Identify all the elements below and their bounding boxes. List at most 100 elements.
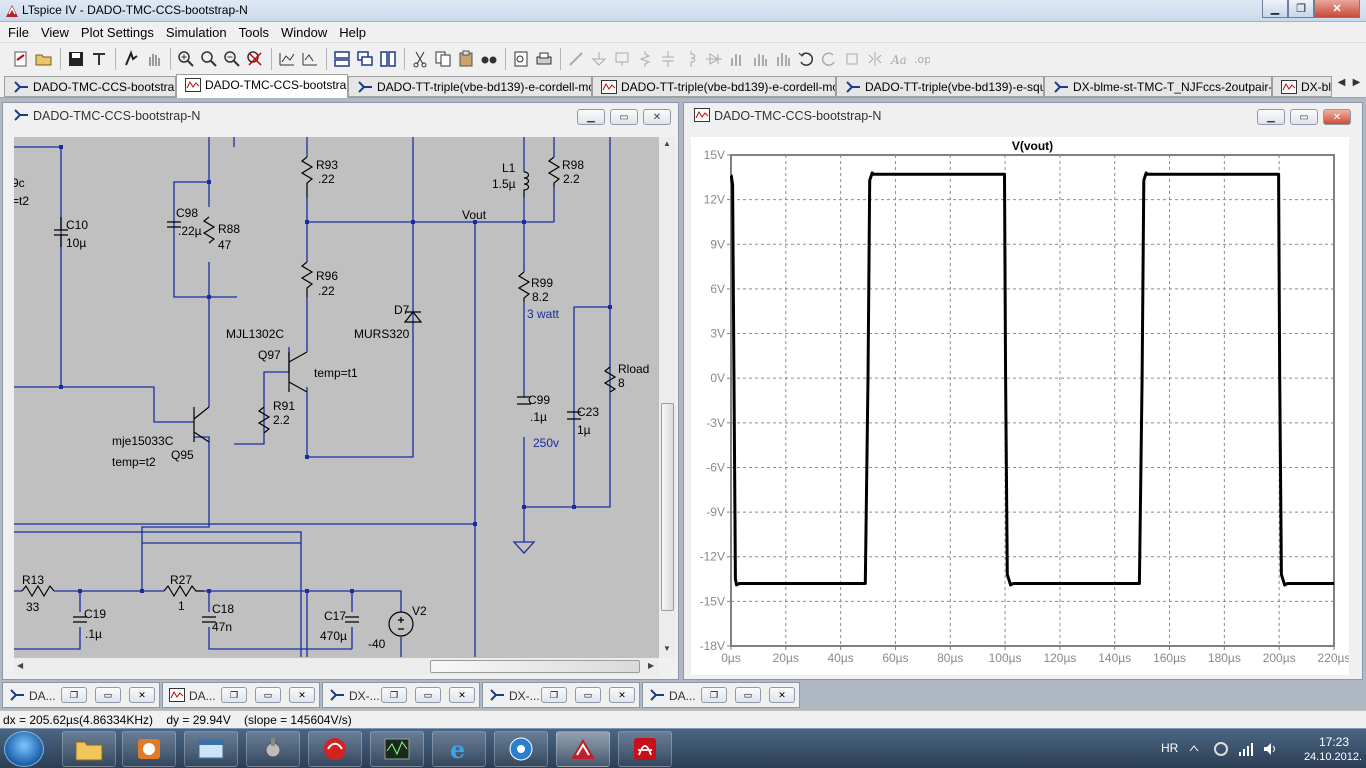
ground-icon[interactable] xyxy=(588,48,610,70)
close-button[interactable]: ✕ xyxy=(449,687,475,703)
close-button[interactable]: ✕ xyxy=(609,687,635,703)
plot-close-button[interactable]: ✕ xyxy=(1323,109,1351,125)
doc-tab-6[interactable]: DX-blme-st-TMC-T_NJFccs-2outpair-mk2 xyxy=(1044,76,1272,97)
close-button[interactable]: ✕ xyxy=(769,687,795,703)
waveform-plot[interactable]: V(vout) 0µs 20µs 40µs 60µs 80µs 100µs 120µs 140µ… xyxy=(691,137,1351,675)
menu-window[interactable]: Window xyxy=(275,22,333,42)
scroll-right-icon[interactable]: ▶ xyxy=(648,661,654,670)
plot-minimize-button[interactable]: ▁ xyxy=(1257,109,1285,125)
volume-icon[interactable] xyxy=(1262,741,1278,757)
zoom-out-icon[interactable] xyxy=(221,48,243,70)
maximize-button[interactable]: ▭ xyxy=(255,687,281,703)
resistor-icon[interactable] xyxy=(634,48,656,70)
print-icon[interactable] xyxy=(533,48,555,70)
restore-button[interactable]: ❐ xyxy=(701,687,727,703)
run-icon[interactable] xyxy=(120,48,142,70)
taskbar-app-4[interactable] xyxy=(246,731,300,767)
zoom-in-icon[interactable] xyxy=(175,48,197,70)
start-button[interactable] xyxy=(4,731,44,767)
pan-hand-icon[interactable] xyxy=(143,48,165,70)
mirror-icon[interactable] xyxy=(864,48,886,70)
maximize-button[interactable]: ▭ xyxy=(735,687,761,703)
taskbar-media[interactable] xyxy=(494,731,548,767)
print-preview-icon[interactable] xyxy=(510,48,532,70)
text-icon[interactable]: Aa xyxy=(887,48,909,70)
zoom-cancel-icon[interactable] xyxy=(244,48,266,70)
find-icon[interactable] xyxy=(478,48,500,70)
taskbar-pdf-reader[interactable] xyxy=(618,731,672,767)
component-icon[interactable] xyxy=(726,48,748,70)
doc-tab-7[interactable]: DX-blm xyxy=(1272,76,1332,97)
doc-tab-3[interactable]: DADO-TT-triple(vbe-bd139)-e-cordell-mode… xyxy=(348,76,592,97)
menu-view[interactable]: View xyxy=(35,22,75,42)
vertical-scroll-thumb[interactable] xyxy=(661,403,674,611)
taskbar-ltspice[interactable] xyxy=(556,731,610,767)
doc-tab-5[interactable]: DADO-TT-triple(vbe-bd139)-e-square xyxy=(836,76,1044,97)
save-icon[interactable] xyxy=(65,48,87,70)
undo-icon[interactable] xyxy=(795,48,817,70)
tab-scroll-left-icon[interactable]: ◀ xyxy=(1334,77,1349,95)
plot-maximize-button[interactable]: ▭ xyxy=(1290,109,1318,125)
open-folder-icon[interactable] xyxy=(33,48,55,70)
plot-pane[interactable]: V(vout) 0µs 20µs 40µs 60µs 80µs 100µs 120µs 140µ… xyxy=(691,137,1351,675)
close-button[interactable]: ✕ xyxy=(289,687,315,703)
tile-vertical-icon[interactable] xyxy=(377,48,399,70)
cut-icon[interactable] xyxy=(409,48,431,70)
close-button[interactable]: ✕ xyxy=(1314,0,1360,18)
zoom-area-icon[interactable] xyxy=(198,48,220,70)
wire-icon[interactable] xyxy=(565,48,587,70)
clock-date[interactable]: 24.10.2012. xyxy=(1300,751,1366,763)
open-schematic-icon[interactable] xyxy=(10,48,32,70)
network-signal-icon[interactable] xyxy=(1238,741,1254,757)
tile-horizontal-icon[interactable] xyxy=(331,48,353,70)
taskbar-explorer[interactable] xyxy=(62,731,116,767)
close-button[interactable]: ✕ xyxy=(129,687,155,703)
menu-tools[interactable]: Tools xyxy=(233,22,275,42)
maximize-button[interactable]: ▭ xyxy=(95,687,121,703)
taskbar-internet-explorer[interactable]: e xyxy=(432,731,486,767)
sync-icon[interactable] xyxy=(1213,741,1229,757)
minimized-window-2[interactable]: DA... ❐ ▭ ✕ xyxy=(162,682,320,708)
maximize-button[interactable]: ▭ xyxy=(575,687,601,703)
schematic-horizontal-scrollbar[interactable]: ◀ ▶ xyxy=(14,658,659,675)
move-icon[interactable] xyxy=(749,48,771,70)
schematic-vertical-scrollbar[interactable]: ▲ ▼ xyxy=(659,137,676,658)
scroll-up-icon[interactable]: ▲ xyxy=(663,139,671,148)
taskbar-app-5[interactable] xyxy=(308,731,362,767)
inductor-icon[interactable] xyxy=(680,48,702,70)
spice-directive-icon[interactable]: .op xyxy=(910,48,932,70)
schematic-window-title-bar[interactable]: DADO-TMC-CCS-bootstrap-N ▁ ▭ ✕ xyxy=(3,103,678,127)
doc-tab-1[interactable]: DADO-TMC-CCS-bootstrap-N xyxy=(4,76,176,97)
menu-plot-settings[interactable]: Plot Settings xyxy=(75,22,160,42)
language-indicator[interactable]: HR xyxy=(1161,741,1178,755)
clock-time[interactable]: 17:23 xyxy=(1304,735,1364,749)
redo-icon[interactable] xyxy=(818,48,840,70)
diode-icon[interactable] xyxy=(703,48,725,70)
schematic-canvas[interactable]: 9c =t2 C10 10µ C98 .22µ R88 47 R93 .22 R… xyxy=(14,137,659,658)
minimize-button[interactable]: ▁ xyxy=(1262,0,1288,18)
doc-tab-4[interactable]: DADO-TT-triple(vbe-bd139)-e-cordell-mode… xyxy=(592,76,836,97)
cascade-icon[interactable] xyxy=(354,48,376,70)
manual-limits-icon[interactable] xyxy=(299,48,321,70)
control-panel-icon[interactable] xyxy=(88,48,110,70)
tray-arrow-icon[interactable] xyxy=(1188,743,1200,755)
plot-window-title-bar[interactable]: DADO-TMC-CCS-bootstrap-N ▁ ▭ ✕ xyxy=(684,103,1362,127)
label-net-icon[interactable] xyxy=(611,48,633,70)
drag-icon[interactable] xyxy=(772,48,794,70)
menu-simulation[interactable]: Simulation xyxy=(160,22,233,42)
schematic-close-button[interactable]: ✕ xyxy=(643,109,671,125)
capacitor-icon[interactable] xyxy=(657,48,679,70)
maximize-button[interactable]: ▭ xyxy=(415,687,441,703)
tab-scroll-right-icon[interactable]: ▶ xyxy=(1349,77,1364,95)
taskbar-app-2[interactable] xyxy=(122,731,176,767)
horizontal-scroll-thumb[interactable] xyxy=(430,660,640,673)
schematic-minimize-button[interactable]: ▁ xyxy=(577,109,605,125)
scroll-left-icon[interactable]: ◀ xyxy=(17,661,23,670)
schematic-maximize-button[interactable]: ▭ xyxy=(610,109,638,125)
doc-tab-2[interactable]: DADO-TMC-CCS-bootstrap-N xyxy=(176,74,348,98)
paste-icon[interactable] xyxy=(455,48,477,70)
minimized-window-3[interactable]: DX-... ❐ ▭ ✕ xyxy=(322,682,480,708)
copy-icon[interactable] xyxy=(432,48,454,70)
scroll-down-icon[interactable]: ▼ xyxy=(663,644,671,653)
restore-button[interactable]: ❐ xyxy=(61,687,87,703)
